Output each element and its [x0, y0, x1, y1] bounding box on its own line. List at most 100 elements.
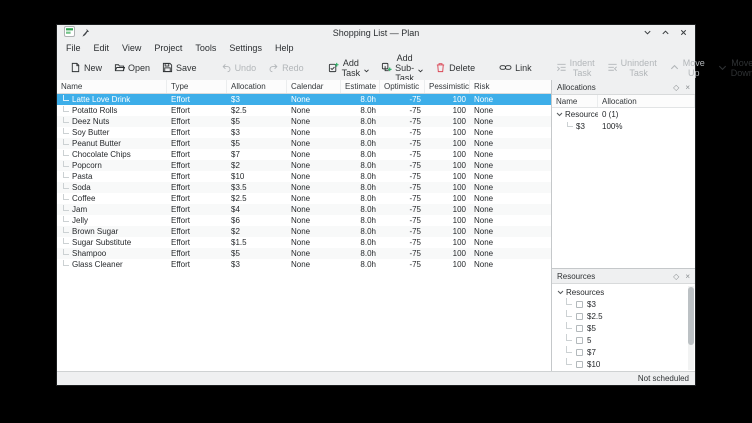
table-row[interactable]: SodaEffort$3.5None8.0h-75100None — [57, 182, 551, 193]
cell-type: Effort — [167, 117, 227, 126]
allocations-header: NameAllocation — [552, 95, 695, 108]
move-down-button[interactable]: Move Down — [711, 55, 752, 81]
table-row[interactable]: Chocolate ChipsEffort$7None8.0h-75100Non… — [57, 149, 551, 160]
table-row[interactable]: JellyEffort$6None8.0h-75100None — [57, 215, 551, 226]
menu-item-tools[interactable]: Tools — [195, 43, 216, 53]
unindent-task-button[interactable]: Unindent Task — [601, 55, 663, 81]
resource-item-row[interactable]: $10 — [552, 358, 695, 370]
chevron-down-icon[interactable] — [556, 112, 563, 117]
add-task-button[interactable]: Add Task — [322, 55, 376, 81]
toolbar-group: NewOpenSave — [64, 59, 203, 76]
tree-branch-icon — [63, 139, 69, 145]
resource-item-row[interactable]: $5 — [552, 322, 695, 334]
delete-button[interactable]: Delete — [429, 59, 481, 76]
move-up-button[interactable]: Move Up — [663, 55, 711, 81]
menu-item-help[interactable]: Help — [275, 43, 294, 53]
column-header-calendar[interactable]: Calendar — [287, 80, 341, 93]
resources-tree: Resources$3$2.5$5 5$7$10 — [552, 284, 695, 371]
new-button[interactable]: New — [64, 59, 108, 76]
tree-branch-icon — [63, 216, 69, 222]
table-row[interactable]: Potatto RollsEffort$2.5None8.0h-75100Non… — [57, 105, 551, 116]
save-button[interactable]: Save — [156, 59, 203, 76]
titlebar[interactable]: Shopping List — Plan — [57, 25, 695, 40]
link-button[interactable]: Link — [493, 59, 538, 76]
task-name: Jelly — [72, 216, 88, 225]
menu-item-edit[interactable]: Edit — [94, 43, 110, 53]
table-row[interactable]: JamEffort$4None8.0h-75100None — [57, 204, 551, 215]
resource-item-row[interactable]: $7 — [552, 346, 695, 358]
status-text: Not scheduled — [638, 374, 689, 383]
column-header-pessimistic[interactable]: Pessimistic — [425, 80, 470, 93]
cell-calendar: None — [287, 249, 341, 258]
menu-item-view[interactable]: View — [122, 43, 141, 53]
resource-item-row[interactable]: 5 — [552, 334, 695, 346]
cell-type: Effort — [167, 95, 227, 104]
pin-icon[interactable] — [81, 24, 90, 42]
float-icon[interactable]: ◇ — [673, 83, 679, 92]
redo-button[interactable]: Redo — [262, 59, 310, 76]
maximize-icon[interactable] — [661, 28, 670, 37]
scrollbar-track[interactable] — [688, 286, 694, 370]
close-icon[interactable] — [679, 28, 688, 37]
table-row[interactable]: CoffeeEffort$2.5None8.0h-75100None — [57, 193, 551, 204]
cell-risk: None — [470, 205, 551, 214]
resource-checkbox[interactable] — [576, 301, 583, 308]
allocations-column-header-allocation[interactable]: Allocation — [598, 95, 695, 107]
allocations-column-header-name[interactable]: Name — [552, 95, 598, 107]
chevron-down-icon[interactable] — [364, 69, 369, 73]
cell-pessimistic: 100 — [425, 227, 470, 236]
redo-icon — [268, 62, 279, 73]
table-row[interactable]: PastaEffort$10None8.0h-75100None — [57, 171, 551, 182]
table-row[interactable]: Sugar SubstituteEffort$1.5None8.0h-75100… — [57, 237, 551, 248]
cell-pessimistic: 100 — [425, 183, 470, 192]
chevron-down-icon[interactable] — [418, 69, 423, 73]
table-row[interactable]: PopcornEffort$2None8.0h-75100None — [57, 160, 551, 171]
menu-item-settings[interactable]: Settings — [229, 43, 262, 53]
resource-item-row[interactable]: $2.5 — [552, 310, 695, 322]
tree-branch-icon — [566, 358, 572, 365]
cell-type: Effort — [167, 194, 227, 203]
chevron-down-icon[interactable] — [557, 290, 564, 295]
column-header-optimistic[interactable]: Optimistic — [380, 80, 425, 93]
resource-item-row[interactable]: $3 — [552, 298, 695, 310]
table-row[interactable]: Glass CleanerEffort$3None8.0h-75100None — [57, 259, 551, 270]
add-task-icon — [328, 62, 339, 73]
resource-checkbox[interactable] — [576, 313, 583, 320]
table-row[interactable]: Deez NutsEffort$5None8.0h-75100None — [57, 116, 551, 127]
indent-task-button[interactable]: Indent Task — [550, 55, 601, 81]
cell-estimate: 8.0h — [341, 117, 380, 126]
undo-button[interactable]: Undo — [215, 59, 263, 76]
close-icon[interactable]: × — [685, 272, 690, 281]
column-header-type[interactable]: Type — [167, 80, 227, 93]
table-row[interactable]: Soy ButterEffort$3None8.0h-75100None — [57, 127, 551, 138]
close-icon[interactable]: × — [685, 83, 690, 92]
open-button[interactable]: Open — [108, 59, 156, 76]
cell-allocation: $2 — [227, 161, 287, 170]
cell-name: Brown Sugar — [57, 227, 167, 236]
resource-checkbox[interactable] — [576, 361, 583, 368]
cell-pessimistic: 100 — [425, 117, 470, 126]
allocation-row[interactable]: Resources0 (1) — [552, 108, 695, 120]
cell-risk: None — [470, 161, 551, 170]
table-row[interactable]: Latte Love DrinkEffort$3None8.0h-75100No… — [57, 94, 551, 105]
resource-checkbox[interactable] — [576, 325, 583, 332]
resource-checkbox[interactable] — [576, 349, 583, 356]
table-row[interactable]: ShampooEffort$5None8.0h-75100None — [57, 248, 551, 259]
float-icon[interactable]: ◇ — [673, 272, 679, 281]
resources-root-row[interactable]: Resources — [552, 286, 695, 298]
allocation-row[interactable]: $3100% — [552, 120, 695, 132]
scrollbar-thumb[interactable] — [688, 287, 694, 345]
menu-item-file[interactable]: File — [66, 43, 81, 53]
resource-checkbox[interactable] — [576, 337, 583, 344]
table-row[interactable]: Peanut ButterEffort$5None8.0h-75100None — [57, 138, 551, 149]
column-header-allocation[interactable]: Allocation — [227, 80, 287, 93]
column-header-name[interactable]: Name — [57, 80, 167, 93]
resource-label: 5 — [587, 336, 591, 345]
menu-item-project[interactable]: Project — [154, 43, 182, 53]
minimize-icon[interactable] — [643, 28, 652, 37]
table-row[interactable]: Brown SugarEffort$2None8.0h-75100None — [57, 226, 551, 237]
column-header-risk[interactable]: Risk — [470, 80, 551, 93]
allocation-name: $3 — [576, 122, 585, 131]
column-header-estimate[interactable]: Estimate — [341, 80, 380, 93]
move-down-icon — [717, 62, 728, 73]
